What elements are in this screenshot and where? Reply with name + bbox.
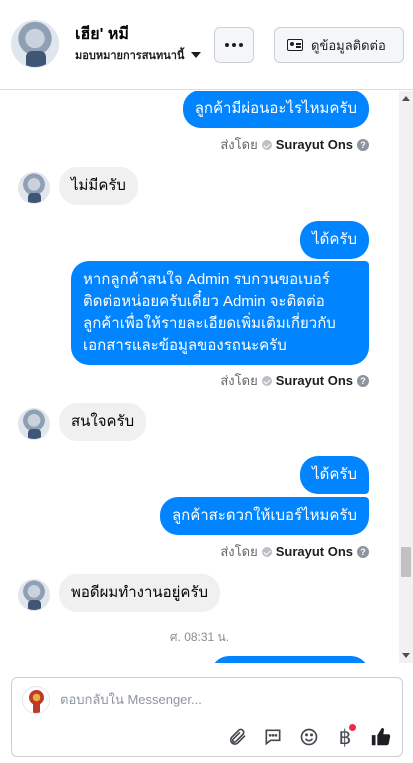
saved-replies-icon[interactable]	[262, 726, 284, 748]
sent-by-line: ส่งโดย Surayut Ons ?	[220, 541, 369, 562]
conversation-header: เฮีย' หมี มอบหมายการสนทนานี้ ดูข้อมูลติด…	[0, 0, 413, 90]
message-timestamp: ศ. 08:31 น.	[169, 630, 230, 644]
reply-input[interactable]	[60, 692, 380, 707]
contact-name[interactable]: เฮีย' หมี	[75, 22, 129, 47]
caret-down-icon	[191, 52, 202, 58]
incoming-message[interactable]: ไม่มีครับ	[59, 167, 138, 205]
outgoing-message[interactable]: ลูกค้ามีผ่อนอะไรไหมครับ	[182, 91, 369, 128]
sent-by-line: ส่งโดย Surayut Ons ?	[220, 370, 369, 391]
help-icon[interactable]: ?	[357, 545, 369, 558]
contact-avatar-small[interactable]	[18, 408, 50, 440]
view-contact-label: ดูข้อมูลติดต่อ	[311, 37, 386, 53]
message-line: หากลูกค้าสนใจ Admin รบกวนขอเบอร์	[83, 271, 330, 288]
check-icon	[261, 546, 272, 557]
more-options-button[interactable]	[214, 27, 254, 63]
notification-dot	[349, 724, 356, 731]
message-line: เอกสารและข้อมูลของรถนะครับ	[83, 337, 287, 354]
contact-card-icon	[287, 39, 303, 51]
sent-by-prefix: ส่งโดย	[220, 373, 258, 388]
help-icon[interactable]: ?	[357, 374, 369, 387]
message-line: ลูกค้าเพื่อให้รายละเอียดเพิ่มเติมเกี่ยวก…	[83, 315, 336, 332]
sender-name: Surayut Ons	[275, 137, 353, 152]
outgoing-message-partial[interactable]	[211, 656, 369, 663]
attachment-icon[interactable]	[226, 726, 248, 748]
message-thread[interactable]: ลูกค้ามีผ่อนอะไรไหมครับ ส่งโดย Surayut O…	[0, 91, 399, 663]
baht-payment-icon[interactable]: ฿	[334, 724, 356, 748]
emoji-icon[interactable]	[298, 726, 320, 748]
like-icon[interactable]	[370, 726, 392, 748]
outgoing-message[interactable]: ลูกค้าสะดวกให้เบอร์ไหมครับ	[159, 497, 369, 535]
contact-avatar-small[interactable]	[18, 579, 50, 611]
composer-toolbar: ฿	[226, 724, 392, 748]
contact-avatar-small[interactable]	[18, 172, 50, 204]
sender-name: Surayut Ons	[275, 373, 353, 388]
check-icon	[261, 139, 272, 150]
sent-by-line: ส่งโดย Surayut Ons ?	[220, 134, 369, 155]
thread-scrollbar[interactable]	[399, 91, 413, 663]
assign-conversation-label: มอบหมายการสนทนานี้	[75, 50, 185, 62]
message-line: ติดต่อหน่อยครับเดี๋ยว Admin จะติดต่อ	[83, 293, 325, 310]
sent-by-prefix: ส่งโดย	[220, 137, 258, 152]
reply-composer: ฿	[11, 677, 403, 757]
more-dots-icon	[225, 43, 229, 47]
check-icon	[261, 375, 272, 386]
scroll-down-arrow-icon[interactable]	[402, 653, 410, 658]
sender-name: Surayut Ons	[275, 544, 353, 559]
view-contact-button[interactable]: ดูข้อมูลติดต่อ	[274, 27, 404, 63]
outgoing-message[interactable]: ได้ครับ	[300, 221, 369, 259]
help-icon[interactable]: ?	[357, 138, 369, 151]
page-avatar	[22, 686, 50, 714]
sent-by-prefix: ส่งโดย	[220, 544, 258, 559]
scroll-thumb[interactable]	[401, 547, 411, 577]
scroll-up-arrow-icon[interactable]	[402, 96, 410, 101]
incoming-message[interactable]: พอดีผมทำงานอยู่ครับ	[59, 574, 221, 612]
contact-avatar[interactable]	[11, 20, 59, 68]
outgoing-message[interactable]: ได้ครับ	[300, 456, 369, 494]
incoming-message[interactable]: สนใจครับ	[59, 403, 147, 441]
outgoing-message-multiline[interactable]: หากลูกค้าสนใจ Admin รบกวนขอเบอร์ ติดต่อห…	[71, 261, 369, 365]
assign-conversation-dropdown[interactable]: มอบหมายการสนทนานี้	[75, 46, 202, 64]
